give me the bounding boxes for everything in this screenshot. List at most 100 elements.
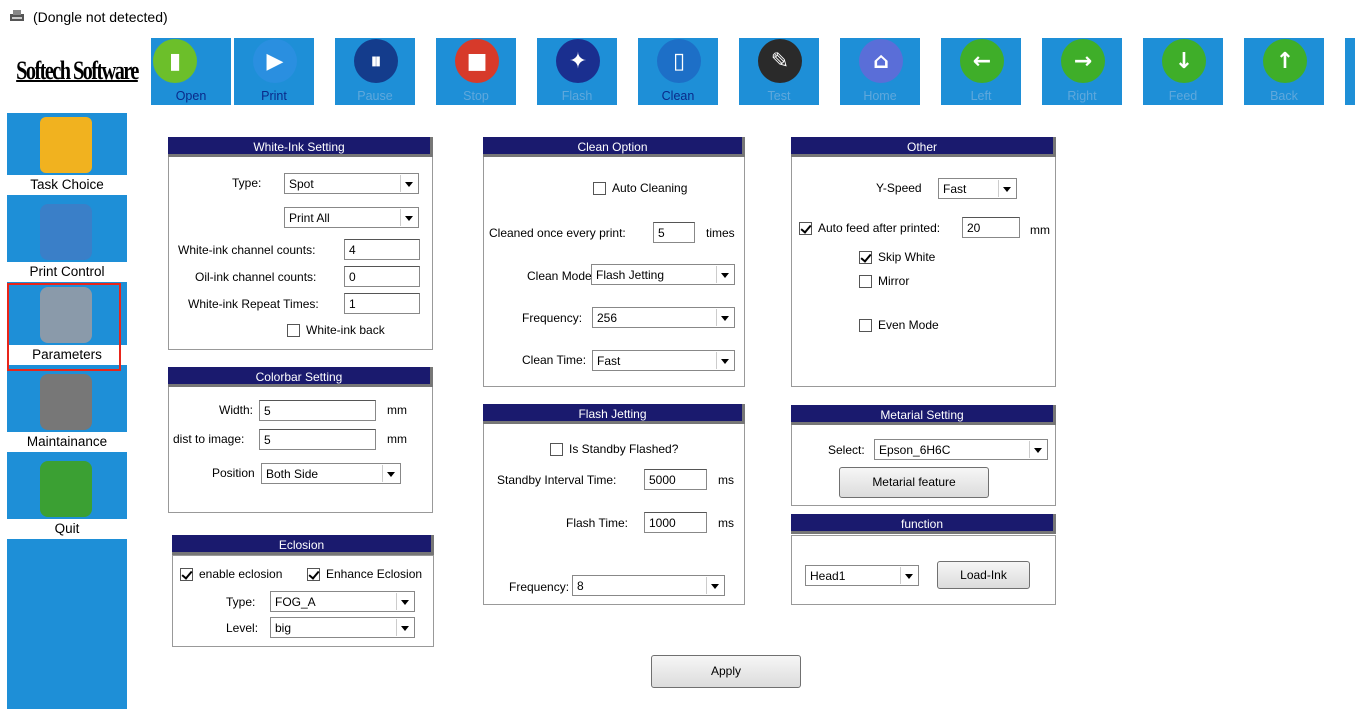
chevron-down-icon[interactable] (716, 266, 733, 283)
eclosion-level-label: Level: (226, 621, 259, 635)
white-ink-repeat-label: White-ink Repeat Times: (188, 297, 319, 311)
chevron-down-icon[interactable] (400, 175, 417, 192)
white-ink-mode-select[interactable]: Print All (284, 207, 419, 228)
toolbar-test-button[interactable]: ✎ Test (739, 38, 819, 105)
colorbar-width-input[interactable]: 5 (259, 400, 376, 421)
standby-interval-input[interactable]: 5000 (644, 469, 707, 490)
feed-icon[interactable]: ↓ (1162, 39, 1206, 83)
toolbar-home-button[interactable]: ⌂ Home (840, 38, 920, 105)
skip-white-checkbox[interactable]: Skip White (859, 250, 935, 264)
checkbox-box[interactable] (799, 221, 812, 235)
right-icon[interactable]: → (1061, 39, 1105, 83)
checkbox-box[interactable] (859, 318, 872, 332)
chevron-down-icon[interactable] (396, 593, 413, 610)
stop-icon[interactable]: ■ (455, 39, 499, 83)
toolbar-left-button[interactable]: ← Left (941, 38, 1021, 105)
colorbar-dist-input[interactable]: 5 (259, 429, 376, 450)
flash-time-unit: ms (718, 516, 734, 530)
chevron-down-icon[interactable] (396, 619, 413, 636)
flash-title: Flash Jetting (483, 404, 745, 424)
standby-flashed-checkbox[interactable]: Is Standby Flashed? (550, 442, 678, 456)
chevron-down-icon[interactable] (998, 180, 1015, 197)
oil-ink-channel-input[interactable]: 0 (344, 266, 420, 287)
material-select[interactable]: Epson_6H6C (874, 439, 1048, 460)
sidebar-item-quit[interactable]: Quit (7, 457, 127, 545)
toolbar-feed-button[interactable]: ↓ Feed (1143, 38, 1223, 105)
colorbar-width-unit: mm (387, 403, 407, 417)
yspeed-select[interactable]: Fast (938, 178, 1017, 199)
sidebar-item-print-control[interactable]: Print Control (7, 200, 127, 288)
toolbar-back-button[interactable]: ↑ Back (1244, 38, 1324, 105)
chevron-down-icon[interactable] (706, 577, 723, 594)
print-icon[interactable]: ▶ (253, 39, 297, 83)
back-icon[interactable]: ↑ (1263, 39, 1307, 83)
stop-glyph: ■ (466, 48, 488, 74)
checkbox-box[interactable] (593, 181, 606, 195)
toolbar-clean-button[interactable]: ▯ Clean (638, 38, 718, 105)
material-feature-button[interactable]: Metarial feature (839, 467, 989, 498)
even-mode-checkbox[interactable]: Even Mode (859, 318, 939, 332)
auto-feed-input[interactable]: 20 (962, 217, 1020, 238)
clean-frequency-select[interactable]: 256 (592, 307, 735, 328)
checkbox-box[interactable] (180, 567, 193, 581)
clean-time-select[interactable]: Fast (592, 350, 735, 371)
toolbar-right-button[interactable]: → Right (1042, 38, 1122, 105)
enable-eclosion-checkbox[interactable]: enable eclosion (180, 567, 282, 581)
chevron-down-icon[interactable] (1029, 441, 1046, 458)
toolbar-pause-button[interactable]: ⏸ Pause (335, 38, 415, 105)
clean-mode-select[interactable]: Flash Jetting (591, 264, 735, 285)
open-glyph: ▮ (168, 48, 182, 74)
flash-frequency-select[interactable]: 8 (572, 575, 725, 596)
chevron-down-icon[interactable] (382, 465, 399, 482)
eclosion-type-select[interactable]: FOG_A (270, 591, 415, 612)
white-ink-type-label: Type: (232, 176, 262, 190)
checkbox-box[interactable] (307, 567, 320, 581)
flash-icon[interactable]: ✦ (556, 39, 600, 83)
flash-time-input[interactable]: 1000 (644, 512, 707, 533)
chevron-down-icon[interactable] (716, 309, 733, 326)
toolbar-stop-button[interactable]: ■ Stop (436, 38, 516, 105)
sidebar-item-task-choice[interactable]: Task Choice (7, 113, 127, 201)
checkbox-box[interactable] (859, 274, 872, 288)
load-ink-button[interactable]: Load-Ink (937, 561, 1030, 589)
sidebar-item-parameters[interactable]: Parameters (7, 283, 127, 371)
checkbox-box[interactable] (859, 250, 872, 264)
clean-every-input[interactable]: 5 (653, 222, 695, 243)
checkbox-box[interactable] (550, 442, 563, 456)
apply-button[interactable]: Apply (651, 655, 801, 688)
white-ink-type-select[interactable]: Spot (284, 173, 419, 194)
auto-feed-checkbox[interactable]: Auto feed after printed: (799, 221, 940, 235)
left-glyph: ← (972, 48, 992, 74)
right-glyph: → (1073, 48, 1093, 74)
eclosion-level-value: big (275, 621, 292, 635)
enhance-eclosion-checkbox[interactable]: Enhance Eclosion (307, 567, 422, 581)
test-icon[interactable]: ✎ (758, 39, 802, 83)
chevron-down-icon[interactable] (400, 209, 417, 226)
auto-cleaning-checkbox[interactable]: Auto Cleaning (593, 181, 687, 195)
home-icon[interactable]: ⌂ (859, 39, 903, 83)
toolbar-print-button[interactable]: ▶ Print (234, 38, 314, 105)
checkbox-box[interactable] (287, 323, 300, 337)
clean-icon[interactable]: ▯ (657, 39, 701, 83)
chevron-down-icon[interactable] (716, 352, 733, 369)
left-icon[interactable]: ← (960, 39, 1004, 83)
toolbar-clean-label: Clean (661, 89, 695, 103)
open-icon[interactable]: ▮ (153, 39, 197, 83)
white-ink-channel-input[interactable]: 4 (344, 239, 420, 260)
clean-mode-value: Flash Jetting (596, 268, 665, 282)
eclosion-level-select[interactable]: big (270, 617, 415, 638)
white-ink-back-checkbox[interactable]: White-ink back (287, 323, 385, 337)
pause-icon[interactable]: ⏸ (354, 39, 398, 83)
mirror-checkbox[interactable]: Mirror (859, 274, 909, 288)
white-ink-title: White-Ink Setting (168, 137, 433, 157)
chevron-down-icon[interactable] (900, 567, 917, 584)
logo-text: Softech Software (16, 56, 139, 85)
colorbar-position-select[interactable]: Both Side (261, 463, 401, 484)
toolbar-flash-button[interactable]: ✦ Flash (537, 38, 617, 105)
folder-icon (40, 117, 92, 173)
head-select[interactable]: Head1 (805, 565, 919, 586)
white-ink-repeat-input[interactable]: 1 (344, 293, 420, 314)
toolbar-open-button[interactable]: ▮ Open (151, 38, 231, 105)
toolbar-print-label: Print (261, 89, 287, 103)
sidebar-item-maintainance[interactable]: Maintainance (7, 370, 127, 458)
